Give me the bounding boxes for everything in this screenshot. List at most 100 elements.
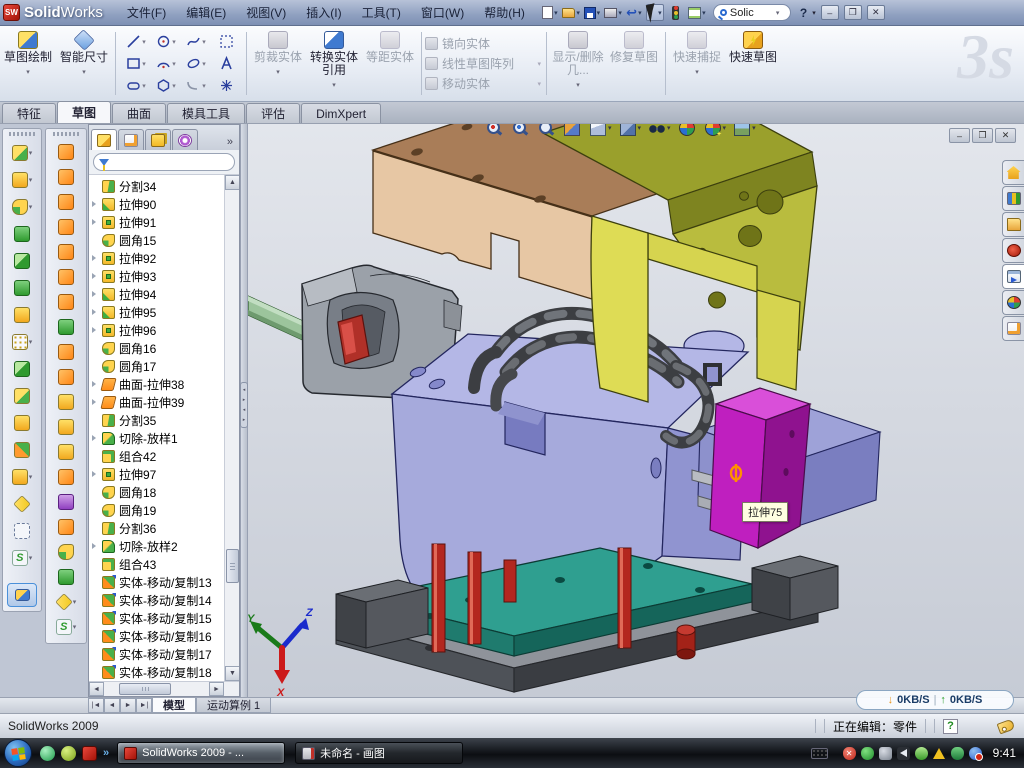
view-tool-button[interactable] (536, 124, 558, 138)
quick-snaps-button[interactable]: 快速捕捉▾ (669, 26, 725, 101)
feature-tree-item[interactable]: 实体-移动/复制16 (89, 627, 224, 645)
toolbar-button[interactable] (47, 564, 85, 589)
close-button[interactable]: ✕ (867, 5, 885, 20)
shield-plus-tray-icon[interactable] (951, 747, 964, 760)
feature-tree-item[interactable]: 实体-移动/复制15 (89, 609, 224, 627)
last-tab-button[interactable]: ►| (136, 698, 152, 713)
toolbar-button[interactable] (47, 339, 85, 364)
arc-tool-button[interactable]: ▾ (151, 53, 181, 75)
next-tab-button[interactable]: ► (120, 698, 136, 713)
toolbar-button[interactable] (3, 355, 41, 382)
taskbar-clock[interactable]: 9:41 (993, 746, 1016, 760)
toolbar-drag-handle[interactable] (53, 132, 79, 136)
toolbar-button[interactable] (47, 314, 85, 339)
toolbar-button[interactable] (47, 464, 85, 489)
task-pane-tab[interactable] (1002, 186, 1024, 211)
scroll-thumb[interactable] (226, 549, 239, 583)
line-tool-button[interactable]: ▾ (121, 31, 151, 53)
help-button[interactable]: ? (800, 6, 807, 20)
update-tray-icon[interactable] (879, 747, 892, 760)
display-delete-relations-button[interactable]: 显示/删除几...▾ (550, 26, 606, 101)
toolbar-button[interactable] (3, 247, 41, 274)
spline-tool-button[interactable]: ▾ (181, 31, 211, 53)
prev-tab-button[interactable]: ◄ (104, 698, 120, 713)
start-button[interactable] (4, 739, 32, 767)
configurationmanager-tab[interactable] (145, 129, 171, 150)
part-magenta-block[interactable] (710, 388, 810, 548)
feature-tree-item[interactable]: 实体-移动/复制18 (89, 663, 224, 681)
feature-tree-item[interactable]: 组合43 (89, 555, 224, 573)
feature-tree-item[interactable]: 圆角19 (89, 501, 224, 519)
task-pane-tab[interactable] (1002, 264, 1024, 289)
scroll-up-button[interactable]: ▲ (225, 175, 239, 190)
toolbar-button[interactable] (47, 164, 85, 189)
panel-splitter[interactable]: ◂▸◂▸ (240, 124, 248, 697)
part-red-stop-cylinder[interactable] (677, 625, 695, 659)
menu-item[interactable]: 工具(T) (352, 1, 411, 24)
antivirus-tray-icon[interactable]: ✕ (843, 747, 856, 760)
sketch-fillet-button[interactable]: ▾ (181, 75, 211, 97)
task-pane-tab[interactable] (1002, 212, 1024, 237)
tag-icon[interactable] (997, 718, 1016, 734)
toolbar-button[interactable] (47, 489, 85, 514)
toolbar-drag-handle[interactable] (9, 132, 35, 136)
restore-button[interactable]: ❐ (844, 5, 862, 20)
feature-tree-item[interactable]: 圆角17 (89, 357, 224, 375)
point-tool-button[interactable] (211, 75, 241, 97)
toolbar-button[interactable] (3, 490, 41, 517)
feature-tree-item[interactable]: 实体-移动/复制17 (89, 645, 224, 663)
view-tool-button[interactable]: ▾ (647, 124, 673, 138)
feature-tree-item[interactable]: 组合42 (89, 447, 224, 465)
menu-item[interactable]: 插入(I) (296, 1, 351, 24)
offset-entities-button[interactable]: 等距实体 (362, 26, 418, 101)
slot-tool-button[interactable]: ▾ (121, 75, 151, 97)
dimxpertmanager-tab[interactable] (172, 129, 198, 150)
convert-entities-button[interactable]: 转换实体引用▾ (306, 26, 362, 101)
toolbar-button[interactable]: ▾ (3, 193, 41, 220)
tree-vertical-scrollbar[interactable]: ▲ ▼ (224, 175, 239, 681)
feature-tree-item[interactable]: 拉伸97 (89, 465, 224, 483)
featuremanager-tab[interactable] (91, 129, 117, 150)
rectangle-tool-button[interactable]: ▾ (121, 53, 151, 75)
toolbar-button[interactable] (47, 239, 85, 264)
move-entities-button[interactable]: 移动实体▾ (425, 75, 543, 92)
taskbar-window-button[interactable]: SolidWorks 2009 - ... (117, 742, 285, 764)
tree-filter-box[interactable] (93, 153, 235, 171)
toolbar-button[interactable]: S▾ (3, 544, 41, 571)
feature-tree-item[interactable]: 拉伸93 (89, 267, 224, 285)
feature-tree-item[interactable]: 拉伸94 (89, 285, 224, 303)
view-tool-button[interactable] (484, 124, 506, 138)
task-pane-tab[interactable] (1002, 316, 1024, 341)
quicklaunch-chevron[interactable]: » (103, 747, 109, 759)
select-button[interactable]: ▾ (646, 4, 664, 21)
feature-tree-item[interactable]: 分割34 (89, 177, 224, 195)
toolbar-button[interactable]: S▾ (47, 614, 85, 639)
tree-expander[interactable] (92, 435, 102, 441)
model-tab[interactable]: 模型 (152, 698, 196, 713)
command-tab[interactable]: 曲面 (112, 103, 166, 123)
print-button[interactable]: ▾ (604, 4, 622, 21)
circle-tool-button[interactable]: ▾ (151, 31, 181, 53)
feature-tree-item[interactable]: 曲面-拉伸38 (89, 375, 224, 393)
feature-tree-item[interactable]: 曲面-拉伸39 (89, 393, 224, 411)
tree-expander[interactable] (92, 471, 102, 477)
feature-tree-item[interactable]: 拉伸96 (89, 321, 224, 339)
menu-item[interactable]: 文件(F) (117, 1, 176, 24)
mirror-entities-button[interactable]: 镜向实体 (425, 35, 543, 52)
view-tool-button[interactable]: ▾ (618, 124, 644, 138)
toolbar-button[interactable] (47, 539, 85, 564)
first-tab-button[interactable]: |◄ (88, 698, 104, 713)
security-tray-icon[interactable] (861, 747, 874, 760)
toolbar-button[interactable] (3, 301, 41, 328)
tree-expander[interactable] (92, 273, 102, 279)
messenger-quicklaunch-icon[interactable] (40, 746, 55, 761)
task-pane-tab[interactable] (1002, 160, 1024, 185)
status-help-badge[interactable]: ? (943, 719, 958, 734)
toolbar-button[interactable] (47, 264, 85, 289)
minimize-button[interactable]: – (821, 5, 839, 20)
toolbar-button[interactable]: ▾ (3, 463, 41, 490)
toolbar-button[interactable] (47, 189, 85, 214)
options-button[interactable]: ▾ (688, 4, 706, 21)
tree-expander[interactable] (92, 291, 102, 297)
tree-expander[interactable] (92, 327, 102, 333)
